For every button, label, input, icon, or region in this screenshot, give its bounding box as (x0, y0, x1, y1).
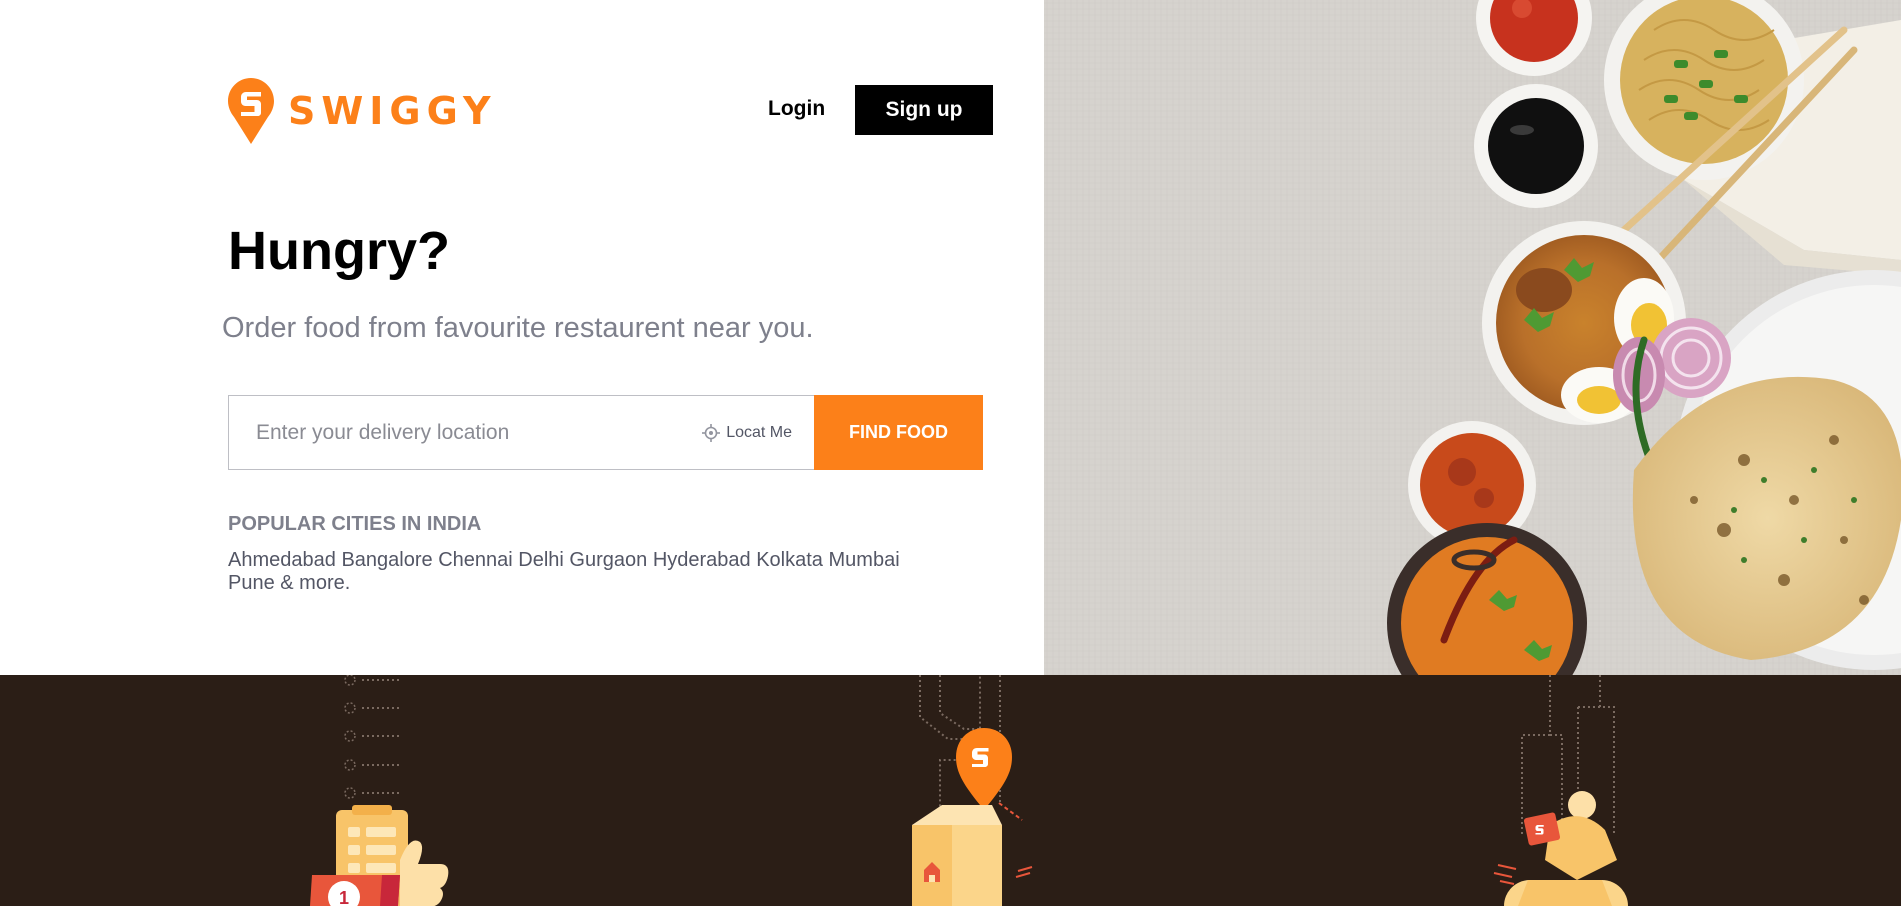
city-link-chennai[interactable]: Chennai (438, 549, 513, 571)
crosshair-icon (702, 423, 721, 442)
locate-me-label: Locat Me (726, 423, 792, 441)
swiggy-logo-icon (228, 78, 274, 144)
order-checklist-thumbs-up-icon: 1 (310, 675, 449, 906)
find-food-button[interactable]: FIND FOOD (814, 395, 983, 470)
login-link[interactable]: Login (768, 97, 825, 121)
locate-me-button[interactable]: Locat Me (701, 423, 792, 443)
city-link-ahmedabad[interactable]: Ahmedabad (228, 549, 336, 571)
delivery-rider-icon (1493, 675, 1628, 906)
city-link-pune[interactable]: Pune (228, 572, 275, 594)
page-title: Hungry? (228, 221, 450, 281)
landing-page: SWIGGY Login Sign up Hungry? Order food … (0, 0, 1901, 906)
features-band: 1 (0, 675, 1901, 906)
city-link-mumbai[interactable]: Mumbai (829, 549, 900, 571)
city-link-bangalore[interactable]: Bangalore (341, 549, 432, 571)
hero-section: SWIGGY Login Sign up Hungry? Order food … (0, 0, 1044, 675)
brand-name: SWIGGY (288, 89, 497, 133)
swiggy-logo[interactable]: SWIGGY (228, 78, 496, 144)
city-link-hyderabad[interactable]: Hyderabad (653, 549, 751, 571)
swiggy-location-pin-map-icon (912, 675, 1033, 906)
step-number-label: 1 (339, 888, 349, 906)
hero-subtitle: Order food from favourite restaurent nea… (222, 312, 814, 344)
location-field-wrapper: Locat Me (228, 395, 814, 470)
location-search-bar: Locat Me FIND FOOD (228, 395, 983, 470)
food-hero-image (1044, 0, 1901, 675)
popular-cities-heading: POPULAR CITIES IN INDIA (228, 513, 482, 535)
city-link-kolkata[interactable]: Kolkata (756, 549, 823, 571)
city-link-gurgaon[interactable]: Gurgaon (569, 549, 647, 571)
popular-cities-list: Ahmedabad Bangalore Chennai Delhi Gurgao… (228, 549, 948, 595)
signup-button[interactable]: Sign up (855, 85, 993, 135)
more-cities-link[interactable]: & more. (280, 572, 350, 594)
city-link-delhi[interactable]: Delhi (518, 549, 564, 571)
delivery-location-input[interactable] (254, 419, 702, 446)
